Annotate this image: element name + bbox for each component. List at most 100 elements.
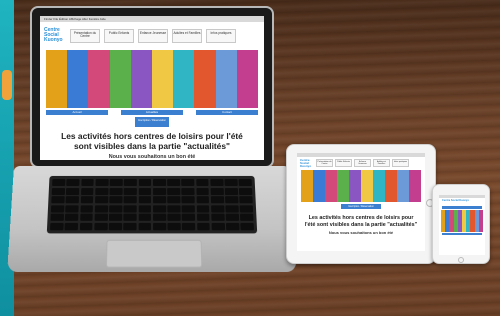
keyboard-key: [152, 213, 166, 222]
site-header: Centre Social Kuonyo Présentation du Cen…: [40, 22, 264, 48]
photo-stripe: [173, 50, 195, 108]
wooden-table-background: Finder File Édition Affichage Aller Fenê…: [0, 0, 500, 316]
keyboard-key: [182, 222, 196, 231]
keyboard-key: [225, 222, 240, 231]
menubar-text: Finder File Édition Affichage Aller Fenê…: [44, 17, 106, 21]
keyboard-key: [239, 196, 253, 204]
keyboard-key: [108, 222, 122, 231]
keyboard-key: [224, 178, 238, 187]
keyboard-key: [138, 213, 152, 222]
keyboard-key: [95, 178, 109, 187]
photo-stripe: [215, 50, 237, 108]
keyboard-key: [138, 178, 152, 187]
keyboard-key: [138, 222, 152, 231]
photo-stripe: [385, 170, 397, 202]
keyboard-key: [94, 187, 109, 195]
keyboard-key: [50, 213, 64, 222]
photo-stripe: [349, 170, 361, 202]
keyboard-key: [109, 187, 123, 195]
keyboard-key: [195, 187, 210, 195]
keyboard-key: [181, 196, 195, 204]
contact-button[interactable]: Contact: [196, 110, 258, 115]
keyboard-key: [240, 213, 254, 222]
nav-tile[interactable]: Public Enfants: [335, 159, 352, 167]
keyboard-key: [123, 213, 137, 222]
photo-stripe: [301, 170, 313, 202]
keyboard-key: [80, 178, 94, 187]
keyboard-key: [225, 196, 239, 204]
keyboard-key: [79, 222, 93, 231]
photo-stripe: [325, 170, 337, 202]
nav-tile[interactable]: Adultes et Familles: [373, 159, 390, 167]
keyboard-key: [66, 187, 80, 195]
keyboard-key: [210, 178, 224, 187]
keyboard-key: [181, 178, 195, 187]
register-button[interactable]: Inscription / Réservation: [135, 117, 169, 127]
keyboard-key: [225, 205, 239, 213]
keyboard-key: [94, 205, 108, 213]
laptop-trackpad: [105, 239, 203, 268]
keyboard-key: [65, 205, 79, 213]
keyboard-key: [51, 196, 65, 204]
news-button[interactable]: Actualités: [121, 110, 183, 115]
site-logo[interactable]: Centre Social Kuonyo: [300, 158, 314, 168]
laptop-screen-website: Finder File Édition Affichage Aller Fenê…: [40, 16, 264, 160]
keyboard-key: [66, 178, 80, 187]
keyboard-key: [51, 187, 65, 195]
keyboard-key: [240, 222, 254, 231]
keyboard-key: [80, 187, 94, 195]
photo-stripe: [236, 50, 259, 108]
nav-tile[interactable]: Adultes et Familles: [172, 28, 202, 43]
keyboard-key: [65, 213, 79, 222]
keyboard-key: [123, 196, 137, 204]
nav-tile[interactable]: Enfance Jeunesse: [138, 28, 168, 43]
keyboard-key: [167, 178, 181, 187]
keyboard-key: [108, 213, 123, 222]
site-logo[interactable]: Centre Social Kuonyo: [439, 198, 485, 205]
keyboard-key: [196, 196, 210, 204]
keyboard-key: [167, 213, 181, 222]
photo-stripe: [46, 50, 68, 108]
nav-tile[interactable]: Infos pratiques: [392, 159, 409, 167]
nav-tile[interactable]: Présentation du Centre: [316, 159, 333, 167]
keyboard-key: [64, 222, 79, 231]
keyboard-key: [210, 205, 225, 213]
register-button[interactable]: [442, 232, 482, 235]
mobile-menu-bar[interactable]: [442, 205, 482, 209]
photo-stripe: [194, 50, 216, 108]
nav-tile[interactable]: Enfance Jeunesse: [354, 159, 371, 167]
nav-tile[interactable]: Public Enfants: [104, 28, 134, 43]
page-heading: Les activités hors centres de loisirs po…: [61, 131, 243, 151]
hero-photo-collage: [441, 209, 484, 232]
keyboard-key: [210, 187, 224, 195]
nav-tile[interactable]: Présentation du Centre: [70, 28, 100, 43]
keyboard-key: [138, 196, 152, 204]
keyboard-key: [196, 222, 210, 231]
keyboard-key: [152, 205, 166, 213]
keyboard-key: [211, 222, 225, 231]
keyboard-key: [224, 187, 238, 195]
keyboard-key: [79, 213, 93, 222]
keyboard-key: [80, 196, 94, 204]
home-button[interactable]: Accueil: [46, 110, 108, 115]
photo-stripe: [409, 170, 421, 202]
keyboard-key: [109, 196, 123, 204]
keyboard-key: [238, 178, 252, 187]
keyboard-key: [94, 213, 108, 222]
nav-tile[interactable]: Infos pratiques: [206, 28, 236, 43]
keyboard-key: [79, 205, 94, 213]
photo-stripe: [109, 50, 131, 108]
keyboard-key: [50, 205, 65, 213]
site-logo[interactable]: Centre Social Kuonyo: [44, 28, 66, 43]
keyboard-key: [152, 222, 166, 231]
keyboard-key: [123, 178, 137, 187]
keyboard-key: [138, 187, 152, 195]
page-heading: Les activités hors centres de loisirs po…: [304, 215, 418, 228]
laptop-keyboard: [46, 175, 258, 234]
button-row: Accueil Actualités Contact: [46, 110, 258, 115]
keyboard-key: [167, 205, 181, 213]
register-button[interactable]: Inscription / Réservation: [341, 204, 381, 209]
keyboard-key: [50, 222, 64, 231]
home-button-icon[interactable]: [458, 257, 464, 263]
phone-screen-website: Centre Social Kuonyo: [439, 195, 485, 255]
